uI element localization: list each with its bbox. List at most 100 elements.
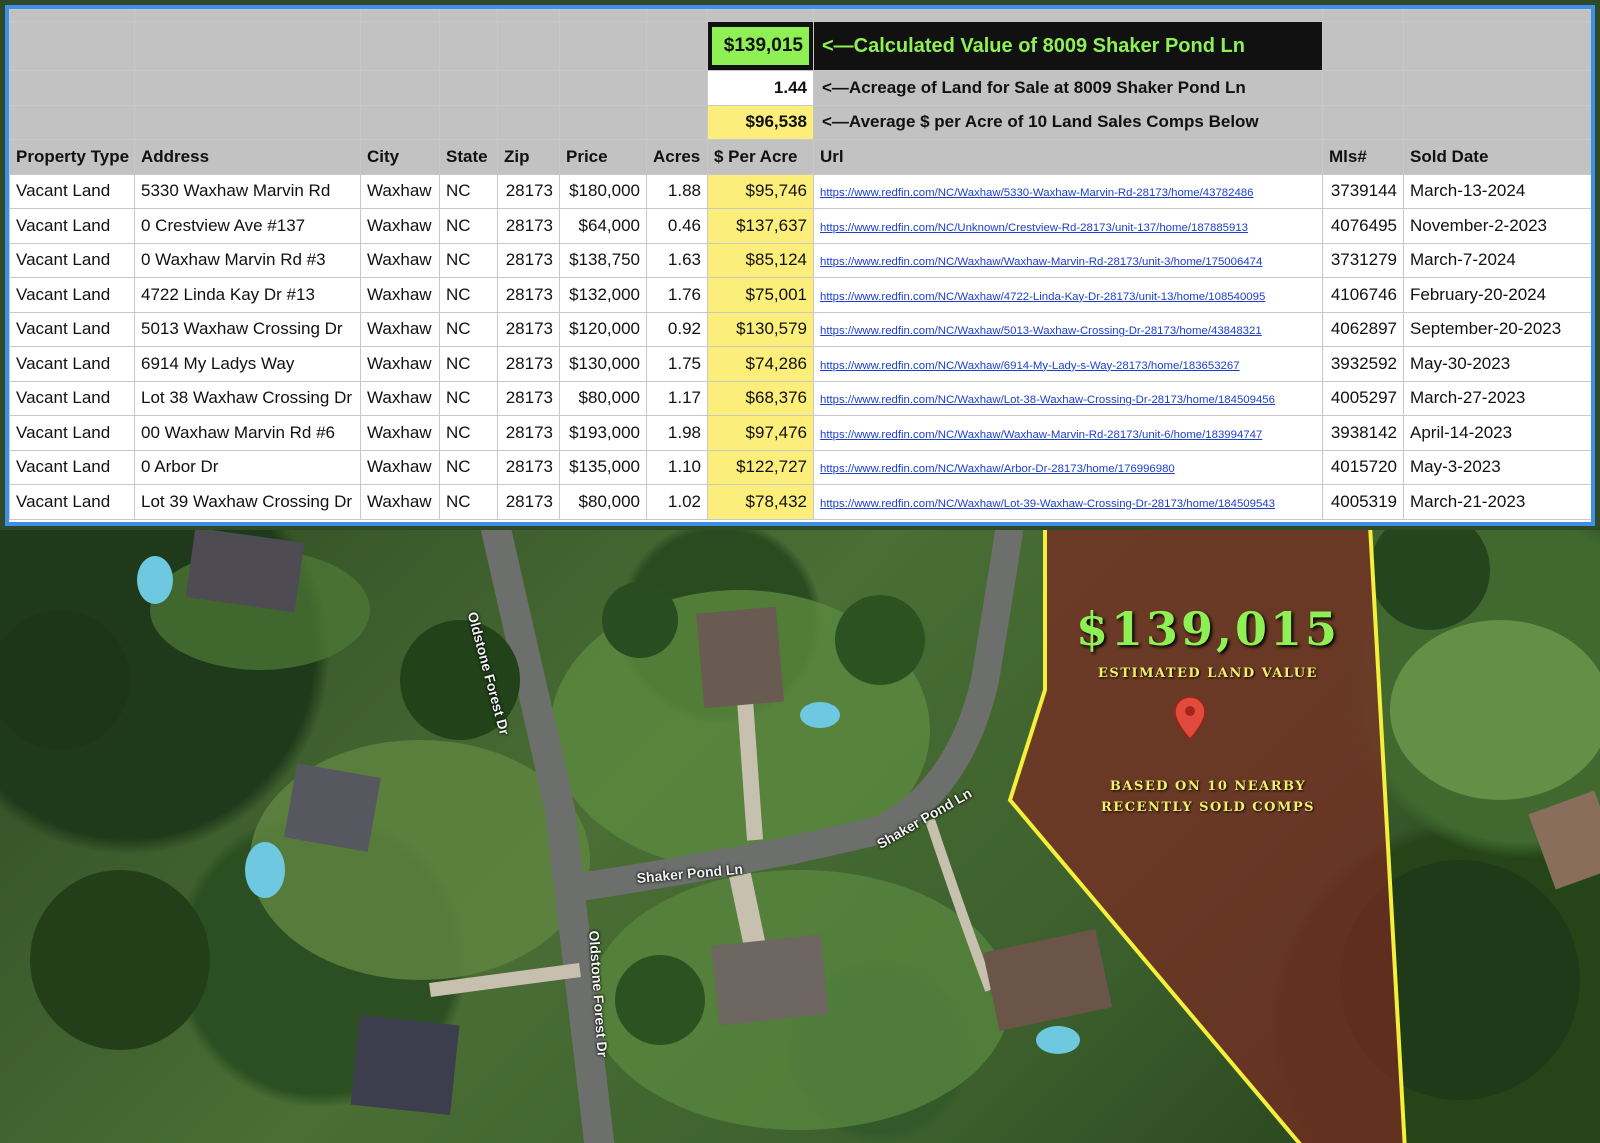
cell-price[interactable]: $64,000 [559,208,647,244]
cell-acres[interactable]: 1.88 [646,173,708,209]
listing-link[interactable]: https://www.redfin.com/NC/Waxhaw/Arbor-D… [820,463,1175,475]
cell-property-type[interactable]: Vacant Land [9,311,135,347]
header-property-type[interactable]: Property Type [9,139,135,175]
cell-sold-date[interactable]: March-7-2024 [1403,242,1591,278]
cell-state[interactable]: NC [439,311,498,347]
blank-cell[interactable] [1403,9,1591,22]
listing-link[interactable]: https://www.redfin.com/NC/Unknown/Crestv… [820,222,1248,234]
blank-cell[interactable] [1322,104,1404,140]
cell-address[interactable]: Lot 39 Waxhaw Crossing Dr [134,484,361,520]
cell-acres[interactable]: 0.92 [646,311,708,347]
cell-sold-date[interactable]: March-13-2024 [1403,173,1591,209]
cell-state[interactable]: NC [439,242,498,278]
blank-cell[interactable] [1322,9,1404,22]
cell-mls[interactable]: 3938142 [1322,415,1404,451]
cell-zip[interactable]: 28173 [497,208,560,244]
cell-address[interactable]: Lot 38 Waxhaw Crossing Dr [134,380,361,416]
cell-acres[interactable]: 0.46 [646,208,708,244]
cell-address[interactable]: 0 Arbor Dr [134,449,361,485]
cell-address[interactable]: 00 Waxhaw Marvin Rd #6 [134,415,361,451]
cell-per-acre[interactable]: $85,124 [707,242,814,278]
blank-cell[interactable] [497,70,560,106]
cell-zip[interactable]: 28173 [497,173,560,209]
cell-mls[interactable]: 4076495 [1322,208,1404,244]
cell-sold-date[interactable]: March-21-2023 [1403,484,1591,520]
blank-cell[interactable] [1322,21,1404,71]
cell-url[interactable]: https://www.redfin.com/NC/Waxhaw/Waxhaw-… [813,242,1323,278]
header-city[interactable]: City [360,139,440,175]
listing-link[interactable]: https://www.redfin.com/NC/Waxhaw/Lot-39-… [820,498,1275,510]
cell-zip[interactable]: 28173 [497,484,560,520]
cell-price[interactable]: $132,000 [559,277,647,313]
cell-property-type[interactable]: Vacant Land [9,242,135,278]
cell-zip[interactable]: 28173 [497,415,560,451]
cell-url[interactable]: https://www.redfin.com/NC/Waxhaw/6914-My… [813,346,1323,382]
cell-state[interactable]: NC [439,208,498,244]
cell-address[interactable]: 0 Crestview Ave #137 [134,208,361,244]
blank-cell[interactable] [9,21,135,71]
blank-cell[interactable] [707,9,814,22]
cell-url[interactable]: https://www.redfin.com/NC/Waxhaw/Arbor-D… [813,449,1323,485]
blank-cell[interactable] [646,104,708,140]
cell-price[interactable]: $193,000 [559,415,647,451]
cell-city[interactable]: Waxhaw [360,173,440,209]
blank-cell[interactable] [559,21,647,71]
cell-mls[interactable]: 3932592 [1322,346,1404,382]
cell-city[interactable]: Waxhaw [360,208,440,244]
blank-cell[interactable] [646,9,708,22]
cell-per-acre[interactable]: $74,286 [707,346,814,382]
listing-link[interactable]: https://www.redfin.com/NC/Waxhaw/4722-Li… [820,291,1265,303]
cell-acres[interactable]: 1.02 [646,484,708,520]
header-zip[interactable]: Zip [497,139,560,175]
cell-state[interactable]: NC [439,415,498,451]
cell-url[interactable]: https://www.redfin.com/NC/Waxhaw/5330-Wa… [813,173,1323,209]
cell-address[interactable]: 5330 Waxhaw Marvin Rd [134,173,361,209]
cell-city[interactable]: Waxhaw [360,415,440,451]
acreage-value[interactable]: 1.44 [707,70,814,106]
cell-price[interactable]: $80,000 [559,484,647,520]
calculated-value-cell[interactable]: $139,015 [707,21,814,71]
cell-address[interactable]: 0 Waxhaw Marvin Rd #3 [134,242,361,278]
cell-property-type[interactable]: Vacant Land [9,173,135,209]
cell-mls[interactable]: 3731279 [1322,242,1404,278]
blank-cell[interactable] [1322,70,1404,106]
cell-city[interactable]: Waxhaw [360,242,440,278]
cell-property-type[interactable]: Vacant Land [9,484,135,520]
cell-per-acre[interactable]: $137,637 [707,208,814,244]
cell-url[interactable]: https://www.redfin.com/NC/Waxhaw/Lot-39-… [813,484,1323,520]
blank-cell[interactable] [497,9,560,22]
cell-per-acre[interactable]: $68,376 [707,380,814,416]
cell-acres[interactable]: 1.98 [646,415,708,451]
header-sold-date[interactable]: Sold Date [1403,139,1591,175]
cell-sold-date[interactable]: May-3-2023 [1403,449,1591,485]
listing-link[interactable]: https://www.redfin.com/NC/Waxhaw/Waxhaw-… [820,429,1262,441]
cell-mls[interactable]: 4062897 [1322,311,1404,347]
cell-city[interactable]: Waxhaw [360,346,440,382]
blank-cell[interactable] [497,104,560,140]
blank-cell[interactable] [9,104,135,140]
cell-state[interactable]: NC [439,346,498,382]
cell-mls[interactable]: 4005297 [1322,380,1404,416]
cell-price[interactable]: $135,000 [559,449,647,485]
blank-cell[interactable] [559,9,647,22]
cell-price[interactable]: $180,000 [559,173,647,209]
blank-cell[interactable] [439,104,498,140]
header-address[interactable]: Address [134,139,361,175]
header-price[interactable]: Price [559,139,647,175]
cell-city[interactable]: Waxhaw [360,484,440,520]
cell-property-type[interactable]: Vacant Land [9,208,135,244]
cell-sold-date[interactable]: March-27-2023 [1403,380,1591,416]
cell-mls[interactable]: 4005319 [1322,484,1404,520]
cell-zip[interactable]: 28173 [497,346,560,382]
cell-price[interactable]: $120,000 [559,311,647,347]
blank-cell[interactable] [9,70,135,106]
cell-state[interactable]: NC [439,277,498,313]
cell-mls[interactable]: 3739144 [1322,173,1404,209]
cell-city[interactable]: Waxhaw [360,449,440,485]
cell-per-acre[interactable]: $130,579 [707,311,814,347]
blank-cell[interactable] [1403,21,1591,71]
blank-cell[interactable] [134,9,361,22]
blank-cell[interactable] [360,104,440,140]
cell-sold-date[interactable]: November-2-2023 [1403,208,1591,244]
cell-city[interactable]: Waxhaw [360,380,440,416]
